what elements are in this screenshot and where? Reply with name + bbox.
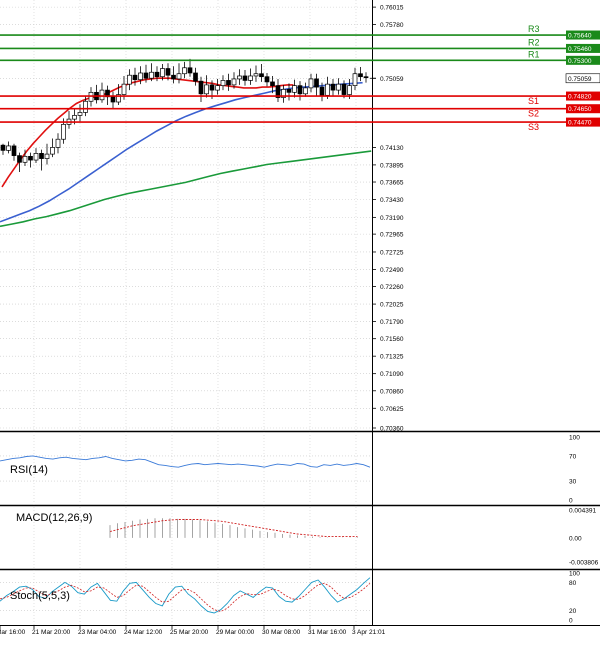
- pivot-level-value: 0.75460: [568, 46, 592, 53]
- x-tick-label: 23 Mar 04:00: [78, 629, 117, 636]
- stoch-tick-label: 20: [569, 608, 577, 615]
- rsi-tick-label: 30: [569, 479, 577, 486]
- pivot-level-name: S1: [528, 96, 539, 106]
- pivot-level-name: S2: [528, 109, 539, 119]
- price-tick-label: 0.70625: [380, 406, 404, 413]
- price-tick-label: 0.72965: [380, 232, 404, 239]
- stoch-tick-label: 100: [569, 571, 580, 578]
- price-tick-label: 0.72490: [380, 267, 404, 274]
- pivot-level-name: R1: [528, 49, 540, 59]
- rsi-label: RSI(14): [10, 464, 48, 476]
- pivot-level-value: 0.75640: [568, 33, 592, 40]
- price-tick-label: 0.72725: [380, 249, 404, 256]
- x-tick-label: 29 Mar 00:00: [216, 629, 255, 636]
- price-tick-label: 0.72025: [380, 302, 404, 309]
- macd-tick-label: 0.00: [569, 535, 582, 542]
- trading-chart: 0.76015 0.75780 0.75059 0.74130 0.73895 0.736…: [0, 0, 600, 640]
- price-tick-label: 0.75780: [380, 22, 404, 29]
- price-tick-label: 0.73665: [380, 180, 404, 187]
- price-tick-label: 0.73430: [380, 197, 404, 204]
- chart-root: 0.76015 0.75780 0.75059 0.74130 0.73895 0.736…: [0, 0, 600, 640]
- pivot-level-value: 0.74820: [568, 94, 592, 101]
- price-tick-label: 0.71090: [380, 371, 404, 378]
- price-tick-label: 0.74130: [380, 145, 404, 152]
- x-tick-label: 21 Mar 20:00: [32, 629, 71, 636]
- pivot-level-value: 0.74470: [568, 120, 592, 127]
- pivot-level-name: S3: [528, 122, 539, 132]
- price-tick-label: 0.71560: [380, 336, 404, 343]
- rsi-tick-label: 100: [569, 435, 580, 442]
- x-tick-label: Mar 16:00: [0, 629, 26, 636]
- x-tick-label: 3 Apr 21:01: [352, 629, 386, 636]
- stoch-label: Stoch(5,5,3): [10, 590, 70, 602]
- price-tick-label: 0.70860: [380, 388, 404, 395]
- price-tick-label: 0.73895: [380, 162, 404, 169]
- macd-label: MACD(12,26,9): [16, 512, 92, 524]
- x-tick-label: 25 Mar 20:00: [170, 629, 209, 636]
- price-tick-label: 0.73190: [380, 215, 404, 222]
- pivot-level-value: 0.74650: [568, 106, 592, 113]
- rsi-tick-label: 0: [569, 498, 573, 505]
- rsi-tick-label: 70: [569, 453, 577, 460]
- price-tick-label: 0.72260: [380, 284, 404, 291]
- x-tick-label: 24 Mar 12:00: [124, 629, 163, 636]
- stoch-tick-label: 0: [569, 618, 573, 625]
- price-tick-label: 0.75059: [380, 76, 404, 83]
- macd-tick-label: 0.004391: [569, 508, 596, 515]
- price-tick-label: 0.71790: [380, 319, 404, 326]
- macd-tick-label: -0.003806: [569, 560, 599, 567]
- x-tick-label: 31 Mar 16:00: [308, 629, 347, 636]
- pivot-level-name: R2: [528, 37, 540, 47]
- price-tick-label: 0.76015: [380, 5, 404, 12]
- x-tick-label: 30 Mar 08:00: [262, 629, 301, 636]
- stoch-tick-label: 80: [569, 580, 577, 587]
- current-price-value: 0.75059: [568, 76, 592, 83]
- price-tick-label: 0.71325: [380, 354, 404, 361]
- price-tick-label: 0.70360: [380, 426, 404, 433]
- pivot-level-name: R3: [528, 24, 540, 34]
- pivot-level-value: 0.75300: [568, 58, 592, 65]
